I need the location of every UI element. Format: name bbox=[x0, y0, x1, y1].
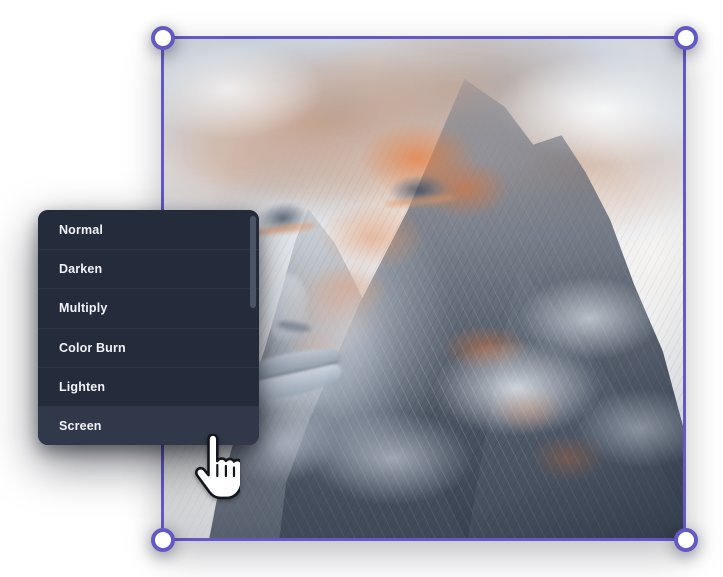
editor-stage: Normal Darken Multiply Color Burn Lighte… bbox=[0, 0, 723, 577]
menu-scrollbar-thumb[interactable] bbox=[250, 216, 256, 308]
menu-item-label: Screen bbox=[59, 419, 102, 434]
menu-item-multiply[interactable]: Multiply bbox=[38, 288, 259, 328]
menu-item-label: Normal bbox=[59, 222, 103, 237]
menu-scrollbar[interactable] bbox=[250, 216, 256, 439]
menu-item-label: Darken bbox=[59, 262, 103, 277]
resize-handle-top-left[interactable] bbox=[151, 26, 175, 50]
menu-item-color-burn[interactable]: Color Burn bbox=[38, 327, 259, 367]
menu-item-label: Multiply bbox=[59, 301, 108, 316]
blend-mode-menu[interactable]: Normal Darken Multiply Color Burn Lighte… bbox=[38, 210, 259, 446]
resize-handle-bottom-right[interactable] bbox=[674, 528, 698, 552]
menu-item-label: Color Burn bbox=[59, 340, 126, 355]
menu-item-normal[interactable]: Normal bbox=[38, 210, 259, 250]
resize-handle-bottom-left[interactable] bbox=[151, 528, 175, 552]
menu-item-label: Lighten bbox=[59, 379, 106, 394]
resize-handle-top-right[interactable] bbox=[674, 26, 698, 50]
menu-item-darken[interactable]: Darken bbox=[38, 249, 259, 289]
menu-item-screen[interactable]: Screen bbox=[38, 405, 259, 446]
menu-item-lighten[interactable]: Lighten bbox=[38, 366, 259, 406]
